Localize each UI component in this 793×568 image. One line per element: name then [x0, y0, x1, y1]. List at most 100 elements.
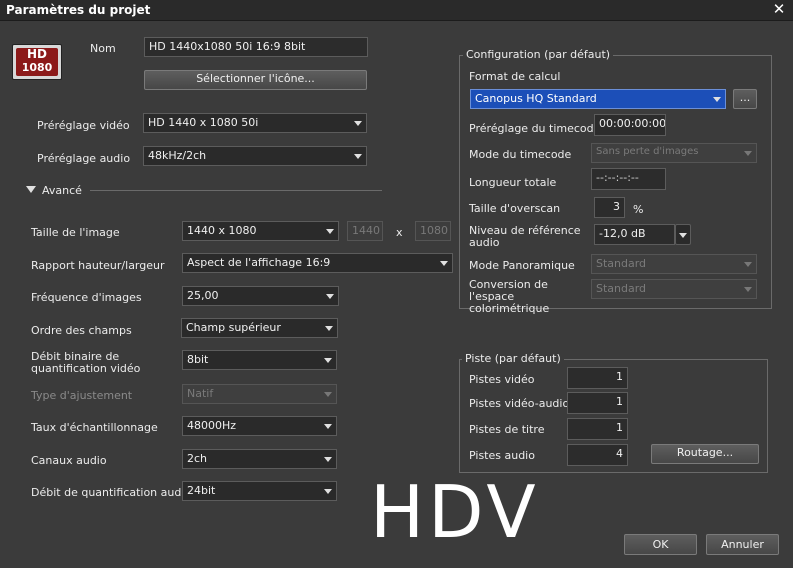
- audio-tracks-label: Pistes audio: [469, 449, 535, 462]
- video-preset-select[interactable]: HD 1440 x 1080 50i: [143, 113, 367, 133]
- project-settings-dialog: Paramètres du projet ✕ HD 1080 Nom HD 14…: [0, 0, 793, 568]
- icon-top-text: HD: [26, 47, 47, 61]
- timecode-preset-input[interactable]: 00:00:00:00: [594, 114, 666, 136]
- audio-quant-select[interactable]: 24bit: [182, 481, 337, 501]
- pan-mode-select: Standard: [591, 254, 757, 274]
- chevron-down-icon: [325, 326, 333, 331]
- video-tracks-label: Pistes vidéo: [469, 373, 535, 386]
- colorspace-select: Standard: [591, 279, 757, 299]
- image-size-value: 1440 x 1080: [187, 224, 257, 237]
- routing-button[interactable]: Routage...: [651, 444, 759, 464]
- title-bar: Paramètres du projet ✕: [0, 0, 793, 21]
- handwritten-annotation: HDV: [370, 470, 540, 554]
- advanced-label[interactable]: Avancé: [42, 184, 82, 197]
- framerate-select[interactable]: 25,00: [182, 286, 339, 306]
- image-size-select[interactable]: 1440 x 1080: [182, 221, 339, 241]
- total-length-input: --:--:--:--: [591, 168, 666, 190]
- icon-bottom-text: 1080: [21, 61, 53, 74]
- chevron-down-icon: [324, 424, 332, 429]
- chevron-down-icon: [744, 151, 752, 156]
- render-format-select[interactable]: Canopus HQ Standard: [470, 89, 726, 109]
- sample-rate-select[interactable]: 48000Hz: [182, 416, 337, 436]
- chevron-down-icon: [324, 358, 332, 363]
- aspect-select[interactable]: Aspect de l'affichage 16:9: [182, 253, 453, 273]
- close-icon[interactable]: ✕: [771, 1, 787, 17]
- video-tracks-input[interactable]: 1: [567, 367, 628, 389]
- field-order-select[interactable]: Champ supérieur: [181, 318, 338, 338]
- audio-quant-label: Débit de quantification audio: [31, 486, 192, 499]
- project-icon-inner: HD 1080: [16, 48, 58, 76]
- audio-channels-value: 2ch: [187, 452, 208, 465]
- field-order-label: Ordre des champs: [31, 324, 132, 337]
- sample-rate-label: Taux d'échantillonnage: [31, 421, 158, 434]
- overscan-label: Taille d'overscan: [469, 202, 561, 215]
- framerate-value: 25,00: [187, 289, 219, 302]
- chevron-down-icon: [326, 229, 334, 234]
- colorspace-label: Conversion de l'espace colorimétrique: [469, 278, 550, 315]
- name-label: Nom: [90, 42, 116, 55]
- audio-preset-value: 48kHz/2ch: [148, 149, 207, 162]
- configuration-group-title: Configuration (par défaut): [463, 48, 614, 61]
- title-tracks-label: Pistes de titre: [469, 423, 545, 436]
- image-x-label: x: [396, 226, 403, 239]
- render-format-value: Canopus HQ Standard: [475, 92, 597, 105]
- chevron-down-icon: [354, 121, 362, 126]
- window-title: Paramètres du projet: [6, 3, 151, 17]
- overscan-unit: %: [633, 203, 644, 216]
- image-width-input: 1440: [347, 221, 383, 241]
- chevron-down-icon: [324, 392, 332, 397]
- audio-preset-select[interactable]: 48kHz/2ch: [143, 146, 367, 166]
- render-format-browse-button[interactable]: ...: [733, 89, 757, 109]
- image-size-label: Taille de l'image: [31, 226, 120, 239]
- render-format-label: Format de calcul: [469, 70, 561, 83]
- adjust-type-value: Natif: [187, 387, 214, 400]
- track-group-title: Piste (par défaut): [462, 352, 564, 365]
- sample-rate-value: 48000Hz: [187, 419, 237, 432]
- chevron-down-icon: [440, 261, 448, 266]
- timecode-mode-label: Mode du timecode: [469, 148, 572, 161]
- field-order-value: Champ supérieur: [186, 321, 281, 334]
- colorspace-value: Standard: [596, 282, 647, 295]
- ok-button[interactable]: OK: [624, 534, 697, 555]
- timecode-mode-select: Sans perte d'images: [591, 143, 757, 163]
- chevron-down-icon: [744, 262, 752, 267]
- project-icon[interactable]: HD 1080: [12, 44, 62, 80]
- pan-mode-value: Standard: [596, 257, 647, 270]
- chevron-down-icon: [713, 97, 721, 102]
- timecode-mode-value: Sans perte d'images: [596, 146, 699, 157]
- expand-triangle-icon[interactable]: [26, 186, 36, 193]
- audio-ref-label: Niveau de référence audio: [469, 224, 581, 249]
- audio-ref-input[interactable]: -12,0 dB: [594, 224, 675, 245]
- adjust-type-label: Type d'ajustement: [31, 389, 133, 402]
- bitrate-value: 8bit: [187, 353, 209, 366]
- video-audio-tracks-label: Pistes vidéo-audio: [469, 397, 570, 410]
- image-height-input: 1080: [415, 221, 451, 241]
- adjust-type-select: Natif: [182, 384, 337, 404]
- select-icon-button[interactable]: Sélectionner l'icône...: [144, 70, 367, 90]
- chevron-down-icon: [326, 294, 334, 299]
- bitrate-select[interactable]: 8bit: [182, 350, 337, 370]
- name-input[interactable]: HD 1440x1080 50i 16:9 8bit: [144, 37, 368, 57]
- video-audio-tracks-input[interactable]: 1: [567, 392, 628, 414]
- audio-tracks-input[interactable]: 4: [567, 444, 628, 466]
- chevron-down-icon: [679, 233, 687, 238]
- timecode-preset-label: Préréglage du timecode: [469, 122, 601, 135]
- aspect-label: Rapport hauteur/largeur: [31, 259, 165, 272]
- video-preset-value: HD 1440 x 1080 50i: [148, 116, 259, 129]
- framerate-label: Fréquence d'images: [31, 291, 142, 304]
- audio-ref-dropdown-button[interactable]: [675, 224, 691, 245]
- audio-quant-value: 24bit: [187, 484, 216, 497]
- title-tracks-input[interactable]: 1: [567, 418, 628, 440]
- pan-mode-label: Mode Panoramique: [469, 259, 575, 272]
- audio-preset-label: Préréglage audio: [37, 152, 131, 165]
- audio-channels-select[interactable]: 2ch: [182, 449, 337, 469]
- video-preset-label: Préréglage vidéo: [37, 119, 130, 132]
- cancel-button[interactable]: Annuler: [706, 534, 779, 555]
- chevron-down-icon: [324, 489, 332, 494]
- chevron-down-icon: [354, 154, 362, 159]
- advanced-divider: [90, 190, 382, 191]
- overscan-input[interactable]: 3: [594, 197, 625, 218]
- chevron-down-icon: [744, 287, 752, 292]
- total-length-label: Longueur totale: [469, 176, 557, 189]
- chevron-down-icon: [324, 457, 332, 462]
